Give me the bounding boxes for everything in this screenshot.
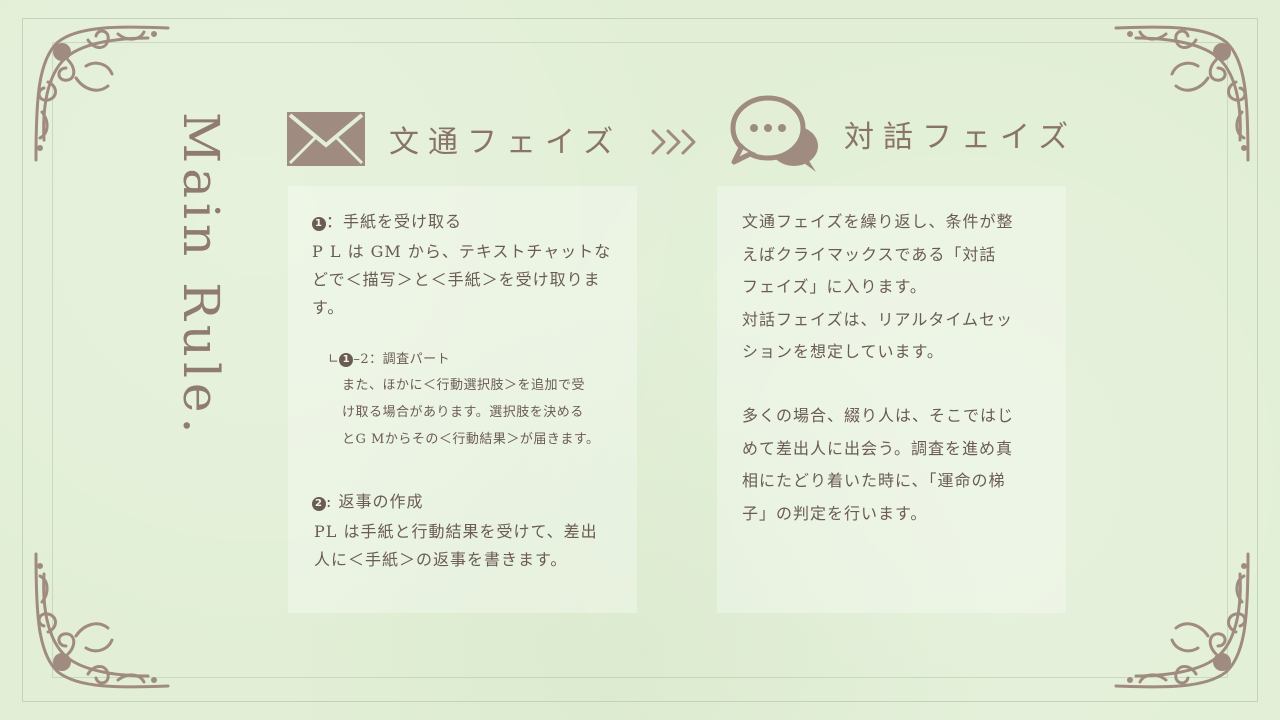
- step2-line: 人に＜手紙＞の返事を書きます。: [314, 550, 568, 569]
- substep-body: また、ほかに＜行動選択肢＞を追加で受 け取る場合があります。選択肢を決める とG…: [342, 372, 600, 453]
- substep-prefix: ∟: [328, 352, 340, 367]
- substep-title: –2：調査パート: [353, 352, 451, 367]
- step2-number-badge: 2: [312, 497, 326, 511]
- paragraph-line: えばクライマックスである「対話: [742, 244, 997, 264]
- dialogue-paragraph-2: 多くの場合、綴り人は、そこではじ めて差出人に出会う。調査を進め真 相にたどり着…: [742, 400, 1014, 530]
- dialogue-paragraph-1: 文通フェイズを繰り返し、条件が整 えばクライマックスである「対話 フェイズ」に入…: [742, 206, 1014, 369]
- substep-line: とG Mからその＜行動結果＞が届きます。: [342, 432, 600, 447]
- substep-line: また、ほかに＜行動選択肢＞を追加で受: [342, 378, 586, 393]
- corner-ornament-icon: [28, 20, 173, 165]
- step1-number-badge: 1: [312, 217, 326, 231]
- paragraph-line: 多くの場合、綴り人は、そこではじ: [742, 406, 1015, 425]
- step2-body: PL は手紙と行動結果を受けて、差出 人に＜手紙＞の返事を書きます。: [314, 518, 598, 574]
- paragraph-line: 子」の判定を行います。: [742, 503, 928, 523]
- paragraph-line: めて差出人に出会う。調査を進め真: [742, 438, 1014, 458]
- phase1-label: 文通フェイズ: [389, 125, 623, 160]
- envelope-icon: [287, 112, 365, 166]
- paragraph-line: ションを想定しています。: [742, 342, 944, 361]
- corner-ornament-icon: [28, 549, 173, 694]
- triple-chevron-right-icon: [651, 129, 696, 155]
- phase2-label: 対話フェイズ: [844, 120, 1078, 155]
- step1-title: ：手紙を受け取る: [326, 212, 463, 231]
- step2-title: : 返事の作成: [326, 492, 424, 511]
- substep-number-badge: 1: [339, 353, 354, 367]
- phase-header-dialogue: 対話フェイズ: [730, 94, 1077, 174]
- speech-bubble-icon: [730, 95, 818, 172]
- paragraph-line: フェイズ」に入ります。: [742, 277, 927, 296]
- step1-heading: 1 ：手紙を受け取る: [312, 208, 462, 236]
- paragraph-line: 相にたどり着いた時に、「運命の梯: [742, 471, 1006, 490]
- paragraph-line: 対話フェイズは、リアルタイムセッ: [742, 309, 1014, 329]
- step1-line: す。: [312, 298, 345, 317]
- step1-body: P L は GM から、テキストチャットな どで＜描写＞と＜手紙＞を受け取りま …: [312, 238, 611, 322]
- step2-heading: 2: 返事の作成: [312, 488, 423, 516]
- paragraph-line: 文通フェイズを繰り返し、条件が整: [742, 212, 1014, 231]
- step1-line: P L は GM から、テキストチャットな: [312, 242, 612, 261]
- substep-line: け取る場合があります。選択肢を決める: [342, 405, 584, 420]
- corner-ornament-icon: [1111, 20, 1256, 165]
- substep-heading: ∟ 1 –2：調査パート: [328, 346, 450, 373]
- corner-ornament-icon: [1111, 549, 1256, 694]
- step1-line: どで＜描写＞と＜手紙＞を受け取りま: [312, 270, 601, 289]
- step2-line: PL は手紙と行動結果を受けて、差出: [314, 522, 598, 541]
- side-title: Main Rule.: [172, 112, 230, 439]
- phase-header-letter: 文通フェイズ: [287, 112, 622, 166]
